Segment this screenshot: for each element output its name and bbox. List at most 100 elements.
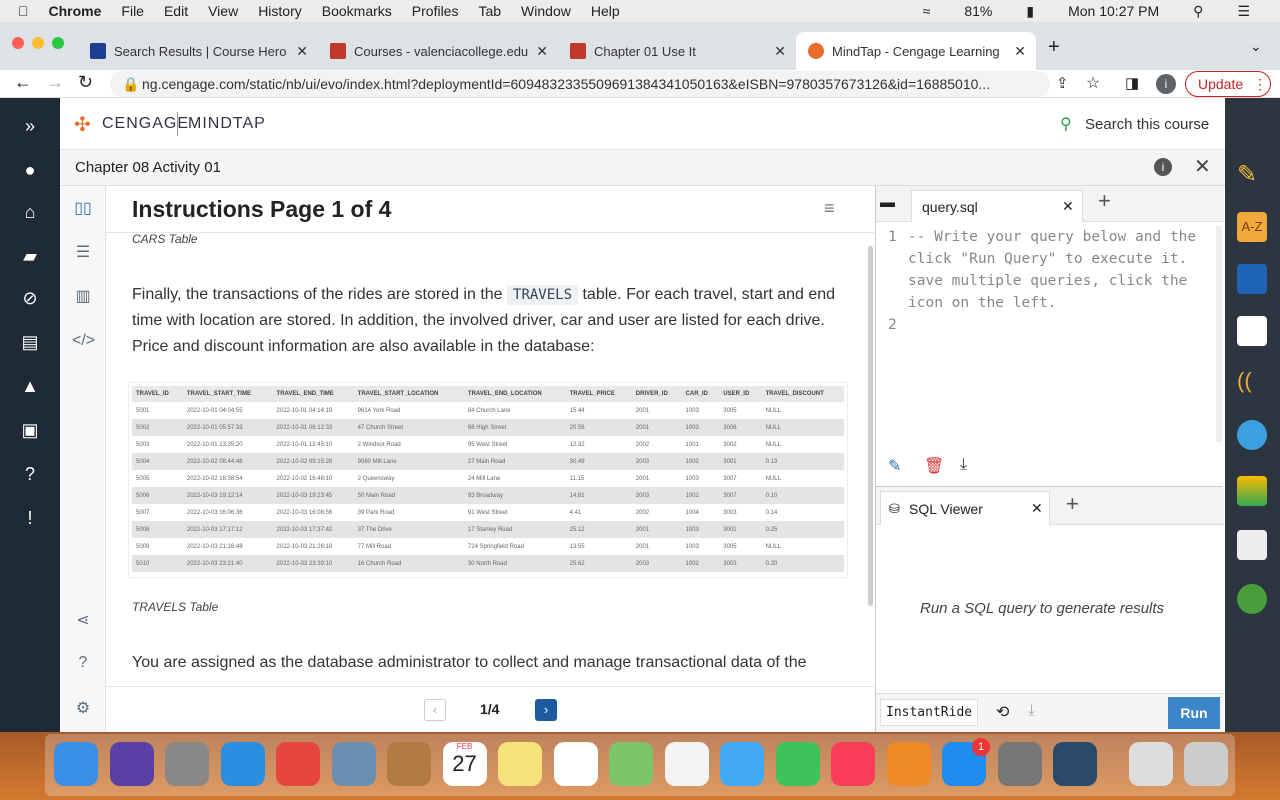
menu-file[interactable]: File: [121, 3, 144, 19]
bar-chart-icon[interactable]: ▥: [72, 286, 94, 306]
highlighter-icon[interactable]: ✎: [1237, 160, 1267, 190]
ebook-icon[interactable]: [1237, 264, 1267, 294]
close-tab-icon[interactable]: ✕: [1062, 198, 1074, 215]
compass-icon[interactable]: ⊘: [18, 288, 42, 312]
new-viewer-tab-button[interactable]: +: [1066, 491, 1079, 517]
close-activity-icon[interactable]: ✕: [1194, 154, 1211, 179]
mysql-workbench-icon[interactable]: [1053, 742, 1097, 786]
briefcase-icon[interactable]: ▣: [18, 420, 42, 444]
database-selector[interactable]: InstantRide: [880, 699, 979, 726]
tab-valencia-courses[interactable]: Courses - valenciacollege.edu ✕: [318, 32, 558, 70]
menu-help[interactable]: Help: [591, 3, 620, 19]
preview-icon[interactable]: [331, 742, 376, 786]
graduation-cap-icon[interactable]: ▲: [18, 376, 42, 400]
book-icon[interactable]: ▤: [18, 332, 42, 356]
info-icon[interactable]: i: [1154, 158, 1172, 176]
notes-icon[interactable]: [1237, 316, 1267, 346]
tab-course-hero[interactable]: Search Results | Course Hero ✕: [78, 32, 318, 70]
next-page-button[interactable]: ›: [535, 699, 557, 721]
documents-folder-icon[interactable]: [1128, 742, 1173, 786]
notes-icon[interactable]: [498, 742, 542, 786]
chrome-icon[interactable]: [276, 742, 320, 786]
help-icon[interactable]: ?: [18, 464, 42, 488]
close-window-button[interactable]: [12, 37, 24, 49]
bookmark-star-icon[interactable]: ☆: [1086, 73, 1100, 93]
update-button[interactable]: Update ⋮: [1185, 71, 1271, 97]
user-icon[interactable]: ●: [18, 160, 42, 184]
photos-icon[interactable]: [664, 742, 709, 786]
feedback-icon[interactable]: !: [18, 508, 42, 532]
messages-icon[interactable]: [720, 742, 764, 786]
checklist-icon[interactable]: ☰: [72, 242, 94, 262]
history-icon[interactable]: ⟲: [996, 702, 1009, 722]
close-tab-icon[interactable]: ✕: [536, 43, 548, 60]
menu-window[interactable]: Window: [521, 3, 571, 19]
help-circle-icon[interactable]: ?: [72, 654, 94, 672]
menu-bookmarks[interactable]: Bookmarks: [322, 3, 392, 19]
spotlight-icon[interactable]: ⚲: [1193, 3, 1203, 20]
trash-icon[interactable]: [1184, 742, 1228, 786]
reload-icon[interactable]: ↻: [78, 72, 93, 93]
apple-icon[interactable]: : [18, 3, 29, 19]
calendar-icon[interactable]: FEB 27: [442, 742, 487, 786]
menu-tab[interactable]: Tab: [478, 3, 501, 19]
tab-sql-viewer[interactable]: ⛁ SQL Viewer ✕: [880, 491, 1050, 525]
search-course-link[interactable]: Search this course: [1085, 116, 1209, 133]
home-icon[interactable]: ⌂: [18, 202, 42, 226]
launchpad-icon[interactable]: [165, 742, 209, 786]
code-area[interactable]: 1 2 -- Write your query below and the cli…: [876, 226, 1218, 444]
readspeaker-icon[interactable]: ((: [1237, 368, 1267, 398]
side-panel-icon[interactable]: ◨: [1125, 74, 1139, 92]
settings-icon[interactable]: ⚙: [72, 698, 94, 718]
facetime-icon[interactable]: [775, 742, 820, 786]
export-icon[interactable]: ⤓: [1028, 702, 1035, 720]
contacts-icon[interactable]: [387, 742, 431, 786]
menu-list-icon[interactable]: ☰: [1237, 3, 1250, 20]
address-bar[interactable]: 🔒 ng.cengage.com/static/nb/ui/evo/index.h…: [110, 71, 1050, 97]
cloud-icon[interactable]: [1237, 420, 1267, 450]
battery-percent[interactable]: 81%: [964, 3, 992, 20]
editor-scrollbar[interactable]: [1216, 226, 1222, 442]
tab-chapter-01[interactable]: Chapter 01 Use It ✕: [558, 32, 796, 70]
safari-icon[interactable]: [220, 742, 265, 786]
search-icon[interactable]: ⚲: [1060, 114, 1072, 134]
menu-view[interactable]: View: [208, 3, 238, 19]
close-tab-icon[interactable]: ✕: [774, 43, 786, 60]
reminders-icon[interactable]: [553, 742, 598, 786]
google-drive-icon[interactable]: [1237, 476, 1267, 506]
tab-mindtap[interactable]: MindTap - Cengage Learning ✕: [796, 32, 1036, 70]
menu-profiles[interactable]: Profiles: [412, 3, 459, 19]
wifi-icon[interactable]: ≈: [923, 3, 931, 20]
code-icon[interactable]: </>: [72, 332, 95, 350]
expand-icon[interactable]: »: [18, 116, 42, 140]
close-tab-icon[interactable]: ✕: [1031, 500, 1043, 517]
share-icon[interactable]: ⇪: [1056, 74, 1069, 92]
music-icon[interactable]: [831, 742, 875, 786]
forward-icon[interactable]: →: [46, 72, 64, 93]
content-scrollbar[interactable]: [868, 246, 873, 606]
finder-icon[interactable]: [54, 742, 98, 786]
menu-history[interactable]: History: [258, 3, 302, 19]
run-button[interactable]: Run: [1168, 697, 1220, 729]
siri-icon[interactable]: [109, 742, 154, 786]
menu-edit[interactable]: Edit: [164, 3, 188, 19]
delete-icon[interactable]: 🗑: [924, 456, 944, 476]
download-icon[interactable]: ⤓: [960, 456, 967, 474]
profile-app-icon[interactable]: [1237, 584, 1267, 614]
close-tab-icon[interactable]: ✕: [296, 43, 308, 60]
new-query-tab-button[interactable]: +: [1098, 188, 1111, 214]
maps-icon[interactable]: [609, 742, 653, 786]
share-icon[interactable]: ⋖: [72, 610, 94, 630]
back-icon[interactable]: ←: [14, 72, 32, 93]
folder-icon[interactable]: ▬: [880, 194, 895, 211]
close-tab-icon[interactable]: ✕: [1014, 43, 1026, 60]
clock[interactable]: Mon 10:27 PM: [1068, 3, 1159, 20]
prev-page-button[interactable]: ‹: [424, 699, 446, 721]
profile-avatar[interactable]: i: [1156, 74, 1176, 94]
dictionary-az-icon[interactable]: A-Z: [1237, 212, 1267, 242]
battery-icon[interactable]: ▮: [1026, 3, 1034, 20]
app-store-icon[interactable]: 1: [942, 738, 990, 786]
notebook-icon[interactable]: ▰: [18, 246, 42, 270]
minimize-window-button[interactable]: [32, 37, 44, 49]
edit-icon[interactable]: ✎: [888, 456, 901, 476]
